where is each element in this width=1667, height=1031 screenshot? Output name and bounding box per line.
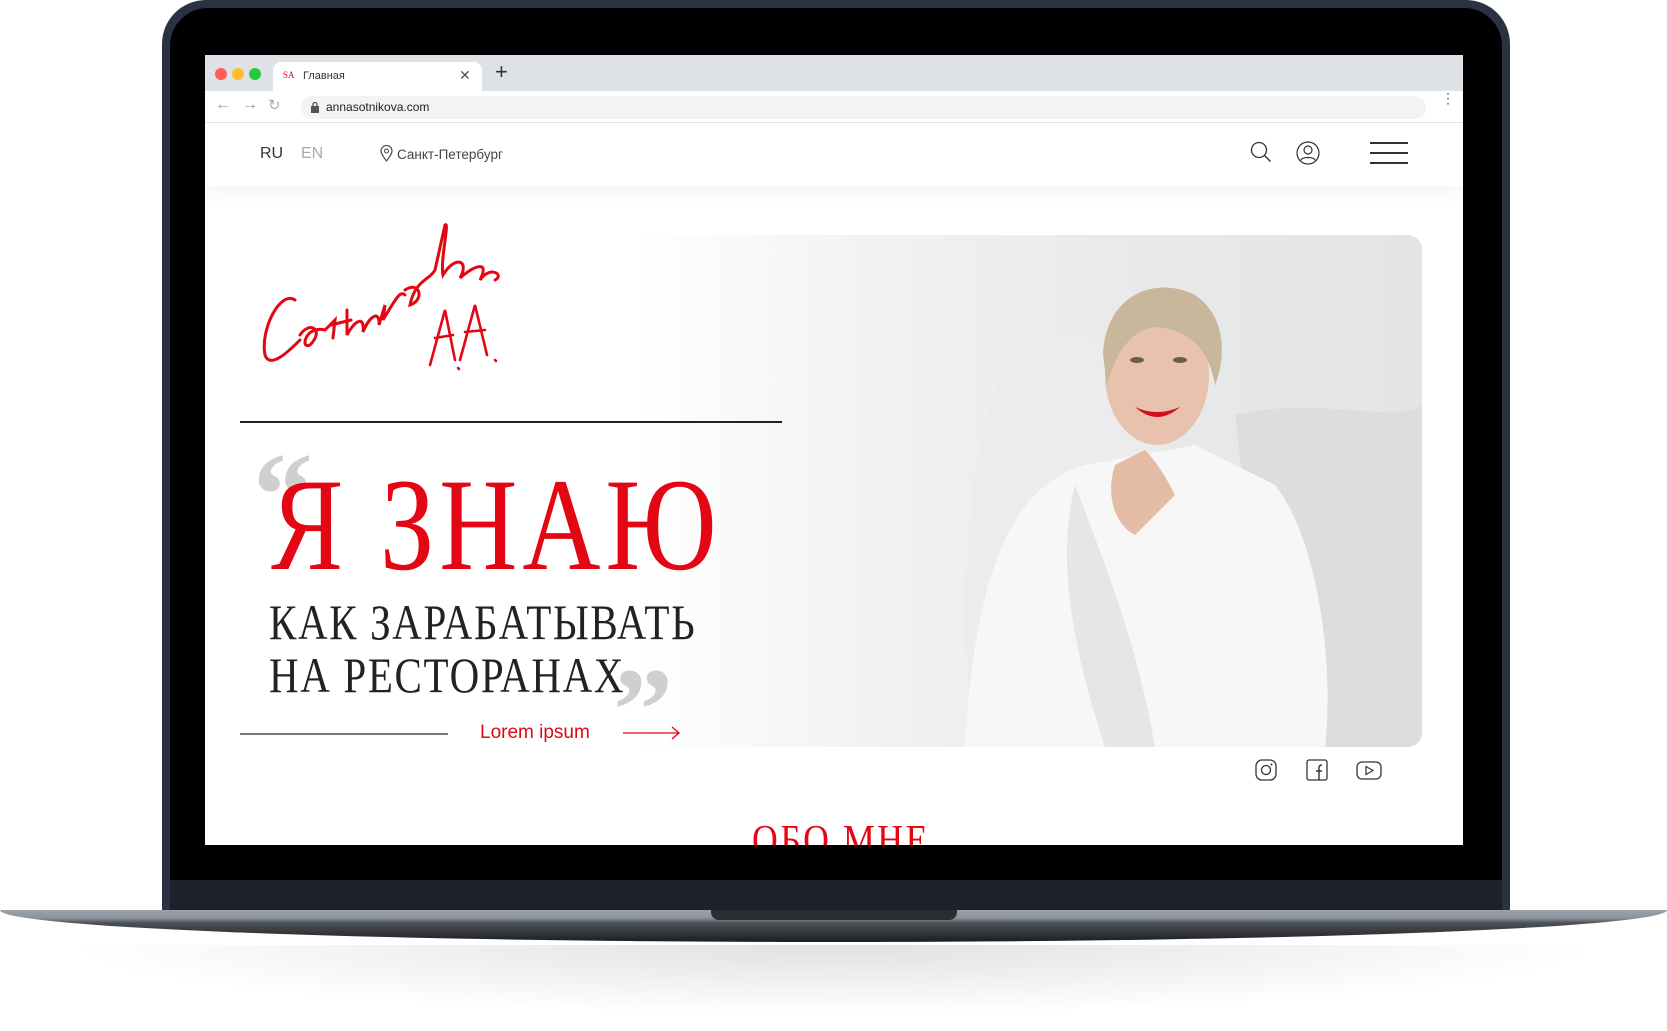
user-icon[interactable] bbox=[1296, 141, 1320, 165]
instagram-icon[interactable] bbox=[1255, 759, 1277, 781]
top-divider bbox=[240, 421, 782, 423]
minimize-window-button[interactable] bbox=[232, 68, 244, 80]
cta-link[interactable]: Lorem ipsum bbox=[480, 722, 590, 744]
hero-subline-1: КАК ЗАРАБАТЫВАТЬ bbox=[269, 594, 697, 650]
hero-photo bbox=[635, 235, 1422, 747]
hero-headline: Я ЗНАЮ bbox=[271, 451, 722, 598]
url-text: annasotnikova.com bbox=[326, 100, 430, 114]
laptop-shadow bbox=[60, 945, 1607, 1015]
close-quote: ” bbox=[613, 643, 673, 776]
youtube-icon[interactable] bbox=[1356, 761, 1382, 780]
laptop-chin bbox=[170, 880, 1502, 912]
tab-title: Главная bbox=[303, 70, 345, 82]
location-pin-icon bbox=[380, 145, 393, 162]
site-header: RU EN Санкт-Петербург bbox=[205, 123, 1463, 186]
browser-window: SA Главная ✕ + ← → ↻ annasotnikova.com ⋮… bbox=[205, 55, 1463, 845]
address-row: ← → ↻ annasotnikova.com ⋮ bbox=[205, 91, 1463, 123]
bottom-divider bbox=[240, 733, 448, 735]
new-tab-button[interactable]: + bbox=[495, 59, 508, 85]
tab-bar: SA Главная ✕ + bbox=[205, 55, 1463, 91]
hero-subline-2: НА РЕСТОРАНАХ bbox=[269, 647, 626, 703]
lang-ru[interactable]: RU bbox=[260, 145, 283, 163]
city-label[interactable]: Санкт-Петербург bbox=[397, 147, 503, 162]
search-icon[interactable] bbox=[1250, 141, 1272, 163]
lang-en[interactable]: EN bbox=[301, 145, 323, 163]
forward-icon[interactable]: → bbox=[242, 96, 258, 114]
signature-logo bbox=[262, 223, 500, 371]
arrow-right-icon[interactable] bbox=[623, 726, 681, 740]
back-icon[interactable]: ← bbox=[215, 96, 231, 114]
hamburger-menu-icon[interactable] bbox=[1370, 142, 1408, 164]
reload-icon[interactable]: ↻ bbox=[268, 96, 281, 114]
address-bar[interactable]: annasotnikova.com bbox=[301, 96, 1426, 119]
laptop-notch bbox=[711, 910, 957, 920]
facebook-icon[interactable] bbox=[1306, 759, 1328, 781]
maximize-window-button[interactable] bbox=[249, 68, 261, 80]
portrait-illustration bbox=[965, 287, 1422, 747]
close-window-button[interactable] bbox=[215, 68, 227, 80]
about-section-title: ОБО МНЕ bbox=[752, 818, 930, 845]
lock-icon bbox=[311, 102, 319, 113]
close-tab-icon[interactable]: ✕ bbox=[459, 67, 471, 84]
browser-menu-icon[interactable]: ⋮ bbox=[1441, 91, 1455, 105]
favicon: SA bbox=[283, 70, 295, 80]
tab-home[interactable]: SA Главная ✕ bbox=[273, 62, 482, 91]
